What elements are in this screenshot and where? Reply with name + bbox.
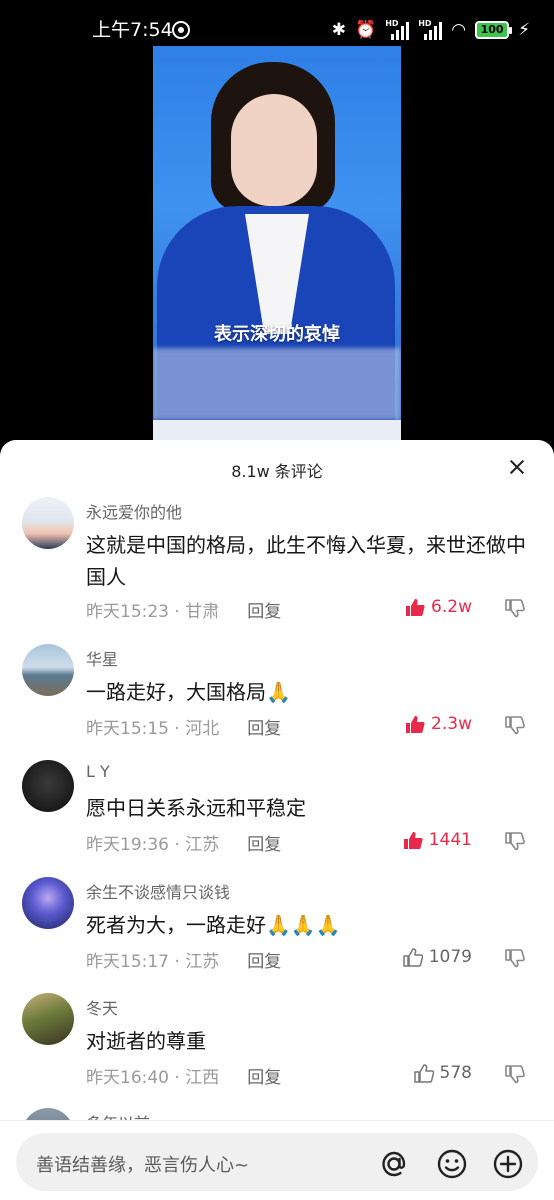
battery-icon: 100: [475, 21, 513, 39]
like-button[interactable]: 1079: [402, 947, 472, 967]
comment-item: 永远爱你的他 这就是中国的格局，此生不悔入华夏，来世还做中国人 昨天15:23 …: [0, 497, 554, 622]
comment-meta: 昨天16:40 · 江西 回复: [86, 1063, 281, 1088]
avatar[interactable]: [22, 644, 74, 696]
comment-username[interactable]: 华星: [86, 646, 118, 670]
like-count: 578: [439, 1063, 472, 1083]
comment-username[interactable]: 余生不谈感情只谈钱: [86, 879, 230, 903]
like-button[interactable]: 578: [413, 1063, 472, 1083]
wifi-icon: ◠: [451, 20, 467, 40]
thumbs-down-icon[interactable]: [504, 830, 526, 852]
status-time: 上午7:54: [92, 19, 173, 41]
comment-item: 华星 一路走好，大国格局🙏 昨天15:15 · 河北 回复 2.3w: [0, 644, 554, 744]
comment-text[interactable]: 这就是中国的格局，此生不悔入华夏，来世还做中国人: [86, 529, 532, 593]
reply-button[interactable]: 回复: [247, 1068, 281, 1088]
comment-meta: 昨天15:17 · 江苏 回复: [86, 947, 281, 972]
like-count: 2.3w: [431, 714, 472, 734]
settings-icon: [172, 21, 190, 39]
video-frame[interactable]: 表示深切的哀悼: [153, 46, 401, 446]
avatar[interactable]: [22, 497, 74, 549]
signal-icon-2: HD: [418, 19, 443, 40]
reply-button[interactable]: 回复: [247, 602, 281, 622]
comment-text[interactable]: 一路走好，大国格局🙏: [86, 676, 532, 708]
status-icons: ✱ ⏰ HD HD ◠ 100 ⚡: [332, 16, 530, 44]
reply-button[interactable]: 回复: [247, 835, 281, 855]
comments-sheet: 8.1w 条评论 永远爱你的他 这就是中国的格局，此生不悔入华夏，来世还做中国人…: [0, 440, 554, 1200]
reply-button[interactable]: 回复: [247, 719, 281, 739]
add-icon[interactable]: [492, 1148, 524, 1180]
like-button[interactable]: 1441: [403, 830, 472, 850]
alarm-icon: ⏰: [355, 20, 377, 40]
thumbs-up-filled-icon: [405, 598, 425, 617]
comment-text[interactable]: 对逝者的尊重: [86, 1025, 532, 1057]
thumbs-up-filled-icon: [405, 715, 425, 734]
comment-text[interactable]: 死者为大，一路走好🙏🙏🙏: [86, 909, 532, 941]
thumbs-up-filled-icon: [403, 831, 423, 850]
like-count: 1441: [428, 830, 472, 850]
charging-icon: ⚡: [518, 20, 530, 40]
thumbs-up-icon: [402, 947, 423, 967]
like-button[interactable]: 2.3w: [405, 714, 472, 734]
comment-meta: 昨天19:36 · 江苏 回复: [86, 830, 281, 855]
comment-time: 昨天15:17 · 江苏: [86, 952, 220, 972]
like-count: 1079: [428, 947, 472, 967]
at-icon[interactable]: [378, 1148, 410, 1180]
close-icon[interactable]: [506, 456, 528, 478]
thumbs-down-icon[interactable]: [504, 714, 526, 736]
video-subtitle: 表示深切的哀悼: [214, 324, 340, 345]
reply-button[interactable]: 回复: [247, 952, 281, 972]
comment-time: 昨天16:40 · 江西: [86, 1068, 220, 1088]
comment-time: 昨天15:23 · 甘肃: [86, 602, 220, 622]
comment-meta: 昨天15:23 · 甘肃 回复: [86, 597, 281, 622]
emoji-icon[interactable]: [436, 1148, 468, 1180]
blurred-caption: [153, 348, 401, 420]
status-bar: 上午7:54 ✱ ⏰ HD HD ◠ 100 ⚡: [0, 0, 554, 46]
comment-username[interactable]: L Y: [86, 762, 110, 781]
comment-input[interactable]: 善语结善缘，恶言伤人心~: [16, 1133, 538, 1191]
thumbs-down-icon[interactable]: [504, 1063, 526, 1085]
thumbs-down-icon[interactable]: [504, 597, 526, 619]
input-placeholder: 善语结善缘，恶言伤人心~: [36, 1155, 250, 1176]
comment-time: 昨天19:36 · 江苏: [86, 835, 220, 855]
video-player[interactable]: 表示深切的哀悼: [0, 46, 554, 446]
comment-text[interactable]: 愿中日关系永远和平稳定: [86, 792, 532, 824]
avatar[interactable]: [22, 877, 74, 929]
comment-time: 昨天15:15 · 河北: [86, 719, 220, 739]
avatar[interactable]: [22, 760, 74, 812]
comment-username[interactable]: 冬天: [86, 995, 118, 1019]
thumbs-down-icon[interactable]: [504, 947, 526, 969]
comments-count-title: 8.1w 条评论: [231, 462, 323, 481]
comment-meta: 昨天15:15 · 河北 回复: [86, 714, 281, 739]
signal-icon: HD: [385, 19, 410, 40]
comment-username[interactable]: 永远爱你的他: [86, 499, 182, 523]
like-button[interactable]: 6.2w: [405, 597, 472, 617]
avatar[interactable]: [22, 993, 74, 1045]
bluetooth-icon: ✱: [331, 20, 347, 40]
comment-input-bar: 善语结善缘，恶言伤人心~: [0, 1120, 554, 1200]
thumbs-up-icon: [413, 1063, 434, 1083]
comment-item: L Y 愿中日关系永远和平稳定 昨天19:36 · 江苏 回复 1441: [0, 760, 554, 860]
like-count: 6.2w: [431, 597, 472, 617]
comment-item: 余生不谈感情只谈钱 死者为大，一路走好🙏🙏🙏 昨天15:17 · 江苏 回复 10…: [0, 877, 554, 977]
comment-item: 冬天 对逝者的尊重 昨天16:40 · 江西 回复 578: [0, 993, 554, 1093]
